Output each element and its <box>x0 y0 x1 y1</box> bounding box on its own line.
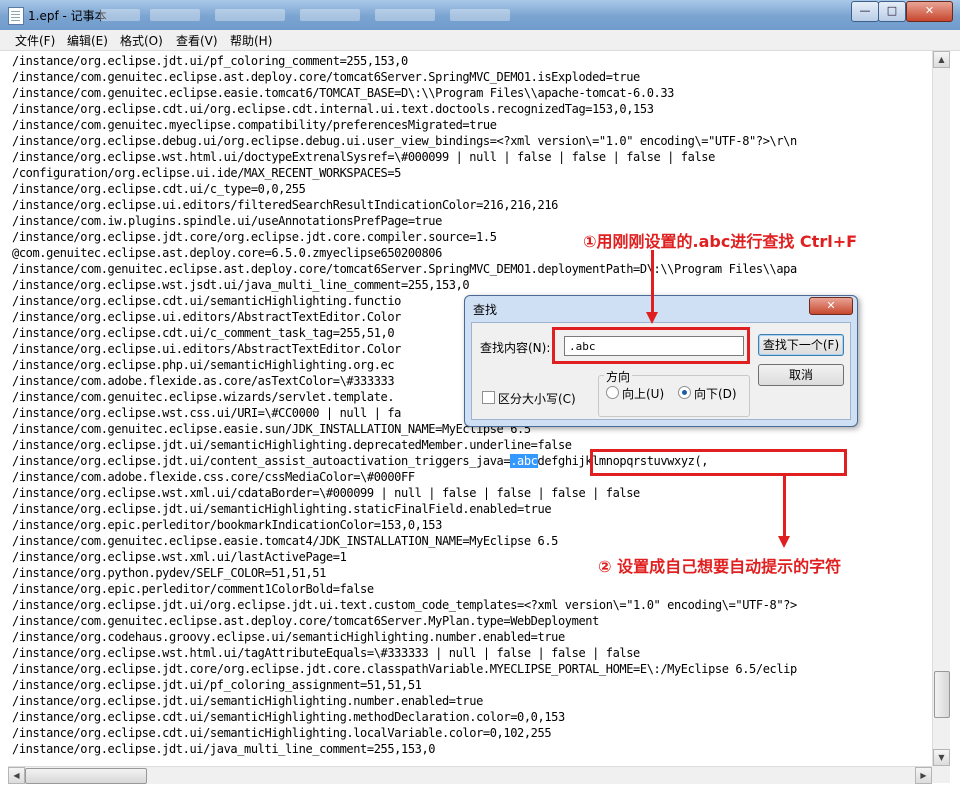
cancel-button[interactable]: 取消 <box>758 364 844 386</box>
text-line: /instance/org.eclipse.ui.editors/Abstrac… <box>12 342 402 356</box>
text-line: /instance/com.genuitec.eclipse.ast.deplo… <box>12 70 640 84</box>
trigger-chars-highlight-box <box>590 449 847 476</box>
dialog-title: 查找 <box>473 303 498 317</box>
arrow-1-shaft <box>651 250 654 314</box>
text-line: /instance/org.eclipse.cdt.ui/c_comment_t… <box>12 326 395 340</box>
match-case-label: 区分大小写(C) <box>498 392 576 406</box>
text-line: /instance/org.eclipse.jdt.ui/pf_coloring… <box>12 54 408 68</box>
text-line: /instance/org.eclipse.jdt.ui/semanticHig… <box>12 502 552 516</box>
text-line: /instance/org.eclipse.wst.html.ui/doctyp… <box>12 150 715 164</box>
text-line: /instance/org.epic.perleditor/comment1Co… <box>12 582 374 596</box>
find-next-button[interactable]: 查找下一个(F) <box>758 334 844 356</box>
text-line: /instance/org.eclipse.wst.xml.ui/lastAct… <box>12 550 347 564</box>
menu-view[interactable]: 查看(V) <box>176 32 218 49</box>
text-line: /instance/org.python.pydev/SELF_COLOR=51… <box>12 566 326 580</box>
text-line: /instance/com.adobe.flexide.css.core/css… <box>12 470 415 484</box>
text-line: /instance/org.eclipse.cdt.ui/c_type=0,0,… <box>12 182 306 196</box>
text-line: /instance/org.eclipse.jdt.ui/org.eclipse… <box>12 598 797 612</box>
scroll-up-arrow-icon[interactable]: ▲ <box>933 51 950 68</box>
blurred-tab <box>150 9 200 21</box>
text-line: /instance/com.genuitec.eclipse.wizards/s… <box>12 390 395 404</box>
horizontal-scroll-thumb[interactable] <box>25 768 147 784</box>
menu-help[interactable]: 帮助(H) <box>230 32 272 49</box>
text-line: /instance/org.eclipse.wst.jsdt.ui/java_m… <box>12 278 470 292</box>
text-line: /instance/com.genuitec.myeclipse.compati… <box>12 118 497 132</box>
vertical-scrollbar[interactable]: ▲ ▼ <box>932 51 950 766</box>
text-line: /instance/org.eclipse.jdt.ui/pf_coloring… <box>12 678 422 692</box>
scroll-down-arrow-icon[interactable]: ▼ <box>933 749 950 766</box>
text-line: /instance/com.genuitec.eclipse.ast.deplo… <box>12 614 599 628</box>
blurred-tab <box>100 9 140 21</box>
text-line: /instance/org.eclipse.jdt.core/org.eclip… <box>12 230 497 244</box>
direction-down-label: 向下(D) <box>694 387 737 401</box>
text-line: /instance/com.genuitec.eclipse.easie.tom… <box>12 534 558 548</box>
minimize-button[interactable]: — <box>851 1 879 22</box>
direction-down-radio[interactable] <box>678 386 691 399</box>
blurred-tab <box>215 9 285 21</box>
arrow-2-shaft <box>783 476 786 538</box>
direction-up-label: 向上(U) <box>622 387 665 401</box>
annotation-step2: ② 设置成自己想要自动提示的字符 <box>598 557 842 576</box>
arrow-1-head-icon <box>646 312 658 324</box>
horizontal-scrollbar[interactable]: ◀ ▶ <box>8 766 932 784</box>
text-line: /configuration/org.eclipse.ui.ide/MAX_RE… <box>12 166 402 180</box>
window-title: 1.epf - 记事本 <box>28 9 107 23</box>
menu-bar: 文件(F) 编辑(E) 格式(O) 查看(V) 帮助(H) <box>0 30 960 51</box>
menu-edit[interactable]: 编辑(E) <box>67 32 108 49</box>
find-input-highlight-box <box>552 327 750 364</box>
find-label: 查找内容(N): <box>480 341 551 355</box>
text-line: /instance/org.eclipse.wst.xml.ui/cdataBo… <box>12 486 640 500</box>
resize-grip[interactable] <box>932 766 950 783</box>
dialog-close-button[interactable]: ✕ <box>809 297 853 315</box>
blurred-tab <box>450 9 510 21</box>
scroll-right-arrow-icon[interactable]: ▶ <box>915 767 932 784</box>
text-line: /instance/org.eclipse.debug.ui/org.eclip… <box>12 134 797 148</box>
scroll-left-arrow-icon[interactable]: ◀ <box>8 767 25 784</box>
selected-text: .abc <box>510 454 538 468</box>
notepad-icon <box>8 7 24 25</box>
text-line: /instance/com.genuitec.eclipse.ast.deplo… <box>12 262 797 276</box>
text-line: /instance/com.adobe.flexide.as.core/asTe… <box>12 374 395 388</box>
text-line: /instance/org.eclipse.cdt.ui/semanticHig… <box>12 726 552 740</box>
text-line: /instance/org.eclipse.wst.html.ui/tagAtt… <box>12 646 640 660</box>
text-line: /instance/com.genuitec.eclipse.easie.tom… <box>12 86 674 100</box>
text-line: /instance/org.eclipse.cdt.ui/org.eclipse… <box>12 102 654 116</box>
blurred-tab <box>300 9 360 21</box>
text-line: /instance/org.codehaus.groovy.eclipse.ui… <box>12 630 565 644</box>
match-case-checkbox[interactable] <box>482 391 495 404</box>
text-line: /instance/org.eclipse.ui.editors/Abstrac… <box>12 310 402 324</box>
close-button[interactable]: ✕ <box>906 1 953 22</box>
text-line: /instance/org.eclipse.ui.editors/filtere… <box>12 198 558 212</box>
annotation-step1: ①用刚刚设置的.abc进行查找 Ctrl+F <box>583 232 858 251</box>
text-line: /instance/org.epic.perleditor/bookmarkIn… <box>12 518 442 532</box>
blurred-tab <box>375 9 435 21</box>
maximize-button[interactable]: □ <box>878 1 906 22</box>
text-line: /instance/org.eclipse.jdt.ui/java_multi_… <box>12 742 436 756</box>
text-line: /instance/org.eclipse.jdt.core/org.eclip… <box>12 662 797 676</box>
text-line: /instance/org.eclipse.cdt.ui/semanticHig… <box>12 710 565 724</box>
text-line: /instance/org.eclipse.wst.css.ui/URI=\#C… <box>12 406 402 420</box>
arrow-2-head-icon <box>778 536 790 548</box>
menu-file[interactable]: 文件(F) <box>15 32 55 49</box>
text-line: /instance/org.eclipse.jdt.ui/semanticHig… <box>12 694 483 708</box>
text-line: /instance/org.eclipse.cdt.ui/semanticHig… <box>12 294 402 308</box>
title-bar: 1.epf - 记事本 — □ ✕ <box>0 0 960 31</box>
vertical-scroll-thumb[interactable] <box>934 671 950 718</box>
text-line: /instance/com.genuitec.eclipse.easie.sun… <box>12 422 531 436</box>
direction-up-radio[interactable] <box>606 386 619 399</box>
text-line: @com.genuitec.eclipse.ast.deploy.core=6.… <box>12 246 442 260</box>
direction-label: 方向 <box>604 368 633 385</box>
text-line: /instance/org.eclipse.jdt.ui/semanticHig… <box>12 438 572 452</box>
text-line: /instance/com.iw.plugins.spindle.ui/useA… <box>12 214 442 228</box>
line-prefix: /instance/org.eclipse.jdt.ui/content_ass… <box>12 454 511 468</box>
menu-format[interactable]: 格式(O) <box>120 32 163 49</box>
